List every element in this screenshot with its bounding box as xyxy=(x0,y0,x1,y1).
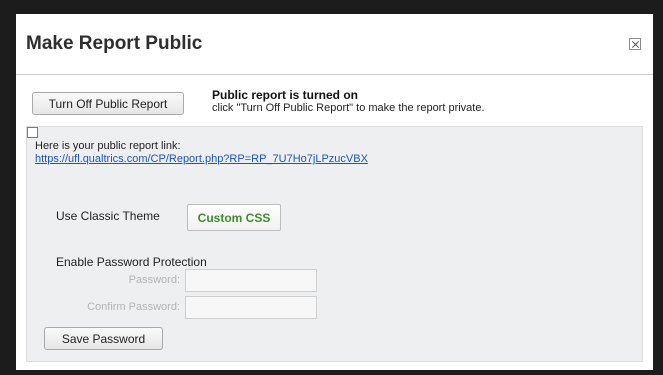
custom-css-button[interactable]: Custom CSS xyxy=(187,204,281,231)
turn-off-public-report-button[interactable]: Turn Off Public Report xyxy=(32,92,184,115)
dialog-header: Make Report Public xyxy=(16,14,653,75)
public-link-label: Here is your public report link: xyxy=(35,140,181,152)
public-report-link[interactable]: https://ufl.qualtrics.com/CP/Report.php?… xyxy=(35,153,368,165)
close-icon[interactable] xyxy=(629,38,641,50)
confirm-password-field[interactable] xyxy=(185,296,317,319)
confirm-password-label: Confirm Password: xyxy=(87,301,180,313)
status-heading: Public report is turned on xyxy=(212,88,359,102)
enable-password-label[interactable]: Enable Password Protection xyxy=(56,255,207,269)
dialog-title: Make Report Public xyxy=(26,33,203,54)
make-report-public-dialog: Make Report Public Turn Off Public Repor… xyxy=(16,14,653,370)
status-description: click "Turn Off Public Report" to make t… xyxy=(212,102,485,114)
password-field[interactable] xyxy=(185,269,317,292)
enable-password-checkbox[interactable] xyxy=(27,127,38,138)
report-settings-panel: Here is your public report link: https:/… xyxy=(26,126,643,362)
use-classic-theme-label[interactable]: Use Classic Theme xyxy=(56,209,160,223)
save-password-button[interactable]: Save Password xyxy=(44,327,163,350)
public-status-row: Turn Off Public Report Public report is … xyxy=(16,75,653,125)
password-label: Password: xyxy=(128,274,180,286)
